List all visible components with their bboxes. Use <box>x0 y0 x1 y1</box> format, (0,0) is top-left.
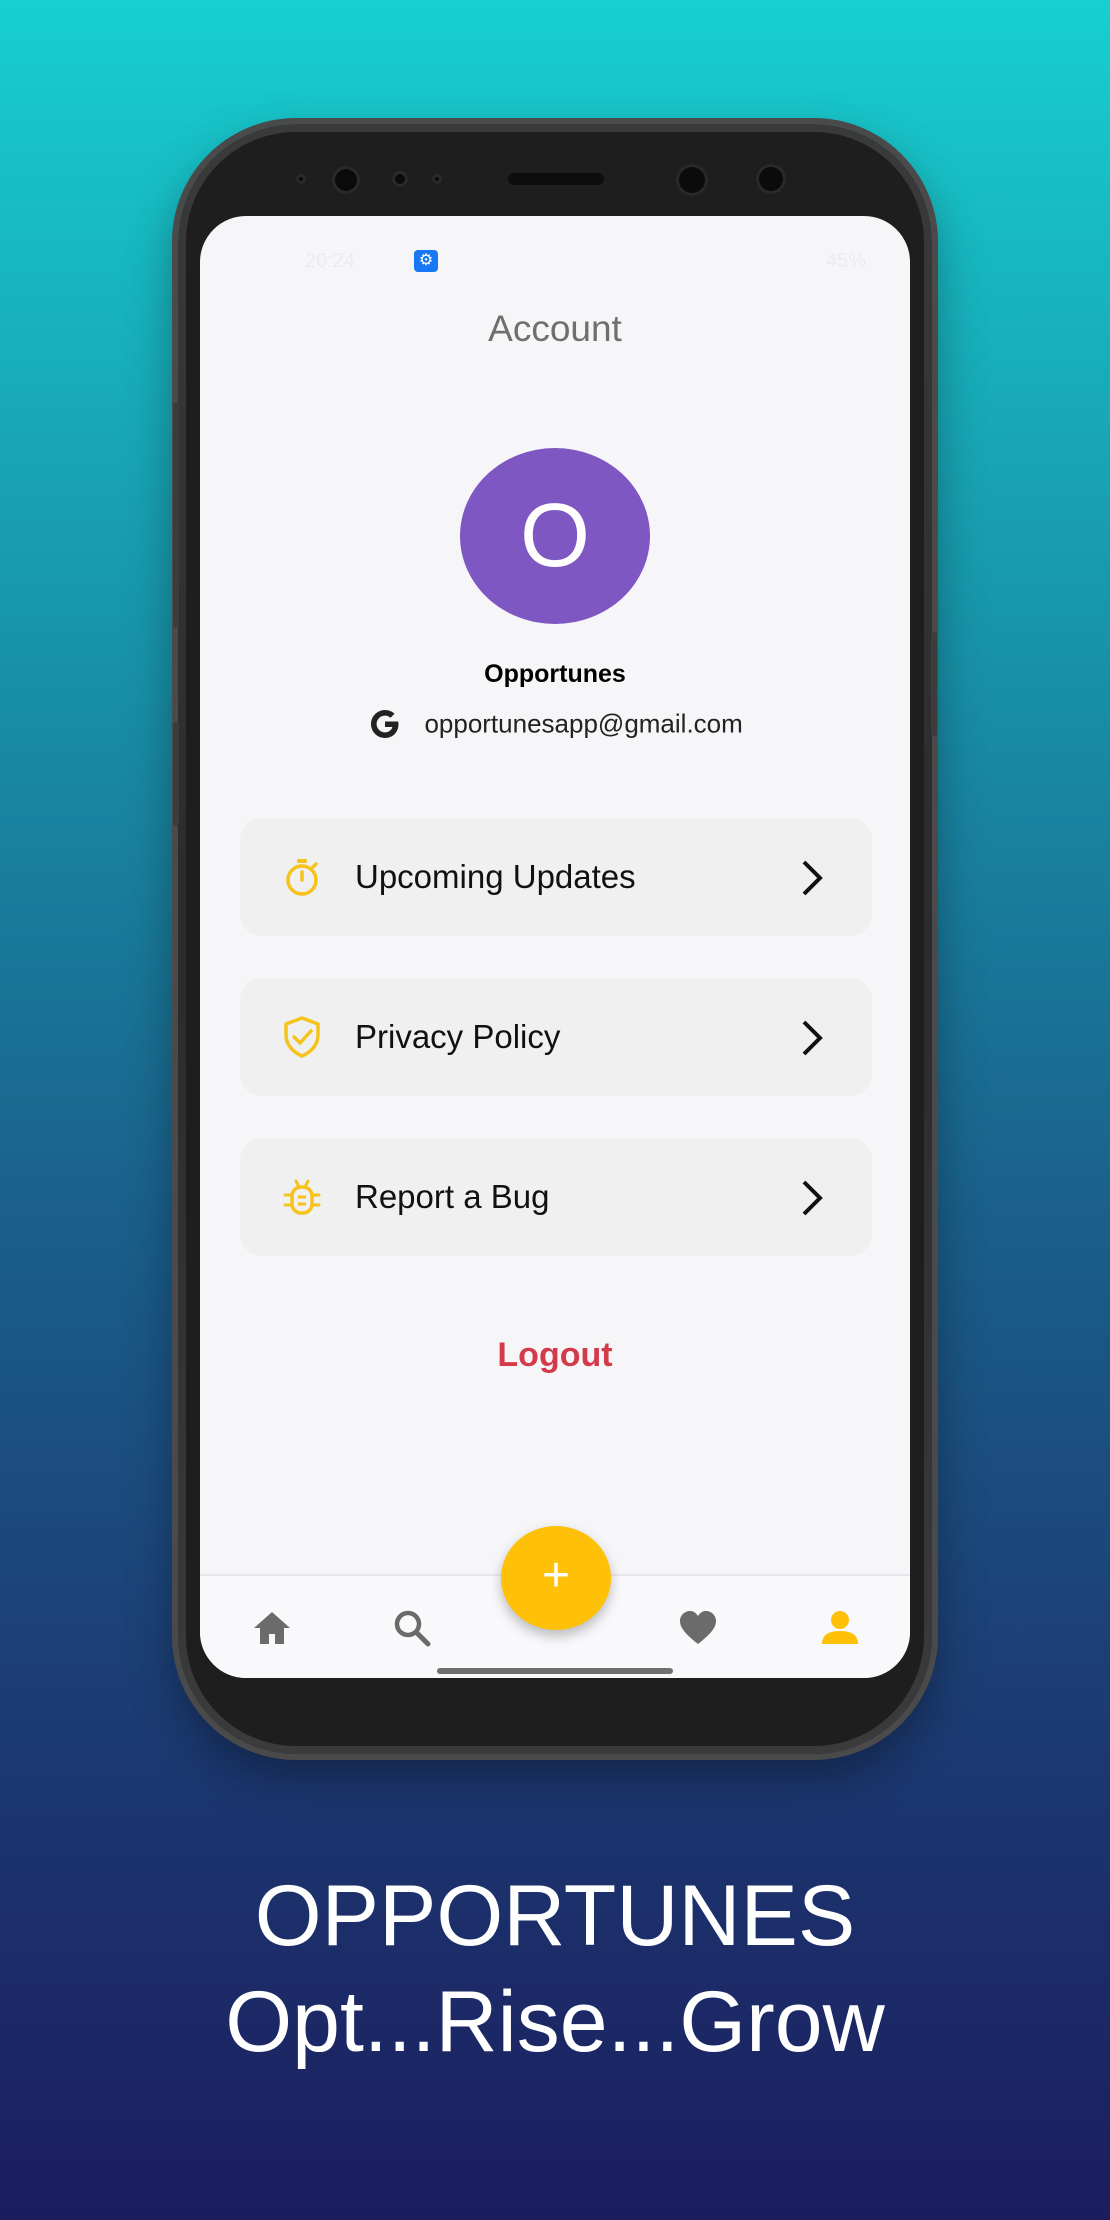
avatar: O <box>460 448 650 624</box>
front-camera-icon <box>332 166 360 194</box>
page-title: Account <box>488 308 622 349</box>
search-icon[interactable] <box>390 1606 434 1650</box>
chevron-right-icon <box>802 1020 823 1056</box>
heart-icon[interactable] <box>676 1606 720 1650</box>
earpiece-speaker <box>508 173 604 185</box>
menu-item-label: Privacy Policy <box>355 1018 561 1055</box>
sensor-icon <box>432 174 442 184</box>
sensor-icon <box>392 171 408 187</box>
menu-item-label: Upcoming Updates <box>355 858 636 895</box>
power-button <box>931 632 937 736</box>
logout-button[interactable]: Logout <box>200 1336 910 1375</box>
status-bar: 20:24 ⚙ 45% <box>200 246 910 282</box>
home-indicator <box>437 1668 673 1674</box>
menu-item-report-bug[interactable]: Report a Bug <box>240 1138 872 1256</box>
shield-check-icon <box>284 1016 320 1058</box>
google-icon <box>371 710 399 738</box>
promo-tagline: Opt...Rise...Grow <box>225 1974 885 2070</box>
chevron-right-icon <box>802 1180 823 1216</box>
person-icon[interactable] <box>818 1606 862 1650</box>
sensor-icon <box>296 174 306 184</box>
add-button[interactable]: + <box>501 1526 611 1630</box>
home-icon[interactable] <box>250 1606 294 1650</box>
status-battery: 45% <box>825 250 866 272</box>
user-email: opportunesapp@gmail.com <box>424 708 743 739</box>
menu-item-privacy-policy[interactable]: Privacy Policy <box>240 978 872 1096</box>
bixby-button <box>173 722 179 826</box>
bug-icon <box>283 1179 321 1215</box>
user-name: Opportunes <box>484 660 626 688</box>
volume-button <box>173 402 179 628</box>
usb-icon: ⚙ <box>414 250 438 272</box>
stopwatch-icon <box>286 859 318 896</box>
promo-brand: OPPORTUNES <box>254 1868 856 1964</box>
chevron-right-icon <box>802 860 823 896</box>
iris-sensor-icon <box>756 164 786 194</box>
status-time: 20:24 <box>305 250 356 272</box>
app-screen: 20:24 ⚙ 45% Account O Opportunes opportu… <box>200 216 910 1678</box>
menu-item-label: Report a Bug <box>355 1178 550 1215</box>
email-row: opportunesapp@gmail.com <box>200 706 910 742</box>
menu-item-upcoming-updates[interactable]: Upcoming Updates <box>240 818 872 936</box>
iris-camera-icon <box>676 164 708 196</box>
